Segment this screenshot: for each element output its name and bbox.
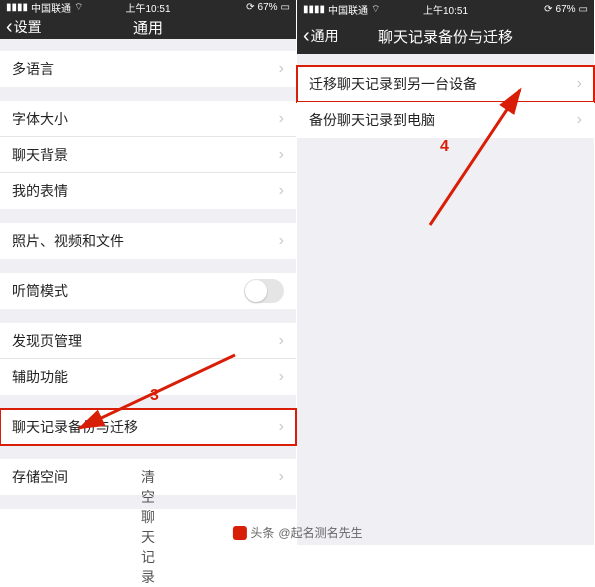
chevron-right-icon: ›	[279, 332, 284, 350]
annotation-number-3: 3	[150, 387, 159, 405]
row-label: 备份聊天记录到电脑	[309, 110, 577, 130]
wifi-icon: ⌔	[74, 1, 83, 14]
clock-label: 上午10:51	[125, 0, 170, 15]
row-discover-manage[interactable]: 发现页管理 ›	[0, 323, 296, 359]
earpiece-toggle[interactable]	[244, 279, 284, 303]
page-title: 聊天记录备份与迁移	[378, 26, 513, 47]
row-label: 迁移聊天记录到另一台设备	[309, 74, 577, 94]
back-button[interactable]: ‹ 通用	[297, 26, 339, 46]
row-backup-to-computer[interactable]: 备份聊天记录到电脑 ›	[297, 102, 594, 138]
signal-icon: ▮▮▮▮	[303, 4, 325, 15]
nav-bar: ‹ 通用 聊天记录备份与迁移	[297, 18, 594, 54]
row-my-stickers[interactable]: 我的表情 ›	[0, 173, 296, 209]
phone-screen-right: ▮▮▮▮ 中国联通 ⌔ 上午10:51 ⟳ 67% ▭ ‹ 通用 聊天记录备份与…	[297, 0, 594, 545]
row-migrate-to-device[interactable]: 迁移聊天记录到另一台设备 ›	[297, 66, 594, 102]
back-label: 通用	[311, 26, 339, 46]
loading-icon: ⟳	[544, 4, 552, 15]
chevron-right-icon: ›	[279, 232, 284, 250]
phone-screen-left: ▮▮▮▮ 中国联通 ⌔ 上午10:51 ⟳ 67% ▭ ‹ 设置 通用 多语言	[0, 0, 297, 545]
row-label: 聊天背景	[12, 145, 279, 165]
row-label: 辅助功能	[12, 367, 279, 387]
row-label: 聊天记录备份与迁移	[12, 417, 279, 437]
row-label: 清空聊天记录	[141, 467, 155, 587]
row-accessibility[interactable]: 辅助功能 ›	[0, 359, 296, 395]
row-chat-backup-migrate[interactable]: 聊天记录备份与迁移 ›	[0, 409, 296, 445]
row-label: 多语言	[12, 59, 279, 79]
row-media-files[interactable]: 照片、视频和文件 ›	[0, 223, 296, 259]
annotation-number-4: 4	[440, 138, 449, 156]
nav-bar: ‹ 设置 通用	[0, 15, 296, 39]
chevron-right-icon: ›	[279, 418, 284, 436]
row-label: 发现页管理	[12, 331, 279, 351]
back-label: 设置	[14, 17, 42, 37]
chevron-right-icon: ›	[577, 75, 582, 93]
chevron-right-icon: ›	[279, 182, 284, 200]
footer-prefix: 头条	[250, 524, 274, 541]
chevron-left-icon: ‹	[6, 17, 13, 37]
status-bar: ▮▮▮▮ 中国联通 ⌔ 上午10:51 ⟳ 67% ▭	[297, 0, 594, 18]
battery-icon: ▭	[579, 4, 588, 15]
wifi-icon: ⌔	[371, 3, 380, 16]
row-label: 我的表情	[12, 181, 279, 201]
row-fontsize[interactable]: 字体大小 ›	[0, 101, 296, 137]
backup-list: 迁移聊天记录到另一台设备 › 备份聊天记录到电脑 ›	[297, 54, 594, 138]
carrier-label: 中国联通	[31, 0, 71, 15]
settings-list: 多语言 › 字体大小 › 聊天背景 › 我的表情 ›	[0, 39, 296, 545]
footer-author: @起名测名先生	[278, 524, 362, 541]
row-earpiece-mode[interactable]: 听筒模式	[0, 273, 296, 309]
chevron-left-icon: ‹	[303, 26, 310, 46]
battery-label: 67%	[556, 4, 576, 15]
chevron-right-icon: ›	[279, 60, 284, 78]
loading-icon: ⟳	[246, 2, 254, 13]
row-multilanguage[interactable]: 多语言 ›	[0, 51, 296, 87]
carrier-label: 中国联通	[328, 2, 368, 17]
chevron-right-icon: ›	[279, 110, 284, 128]
page-title: 通用	[133, 17, 163, 38]
status-bar: ▮▮▮▮ 中国联通 ⌔ 上午10:51 ⟳ 67% ▭	[0, 0, 296, 15]
row-chat-background[interactable]: 聊天背景 ›	[0, 137, 296, 173]
chevron-right-icon: ›	[279, 368, 284, 386]
chevron-right-icon: ›	[279, 468, 284, 486]
row-label: 字体大小	[12, 109, 279, 129]
chevron-right-icon: ›	[577, 111, 582, 129]
row-label: 照片、视频和文件	[12, 231, 279, 251]
battery-label: 67%	[258, 2, 278, 13]
chevron-right-icon: ›	[279, 146, 284, 164]
back-button[interactable]: ‹ 设置	[0, 17, 42, 37]
signal-icon: ▮▮▮▮	[6, 2, 28, 13]
clock-label: 上午10:51	[423, 2, 468, 17]
toutiao-logo-icon	[232, 526, 246, 540]
battery-icon: ▭	[281, 2, 290, 13]
source-footer: 头条 @起名测名先生	[232, 524, 362, 541]
row-label: 听筒模式	[12, 281, 244, 301]
